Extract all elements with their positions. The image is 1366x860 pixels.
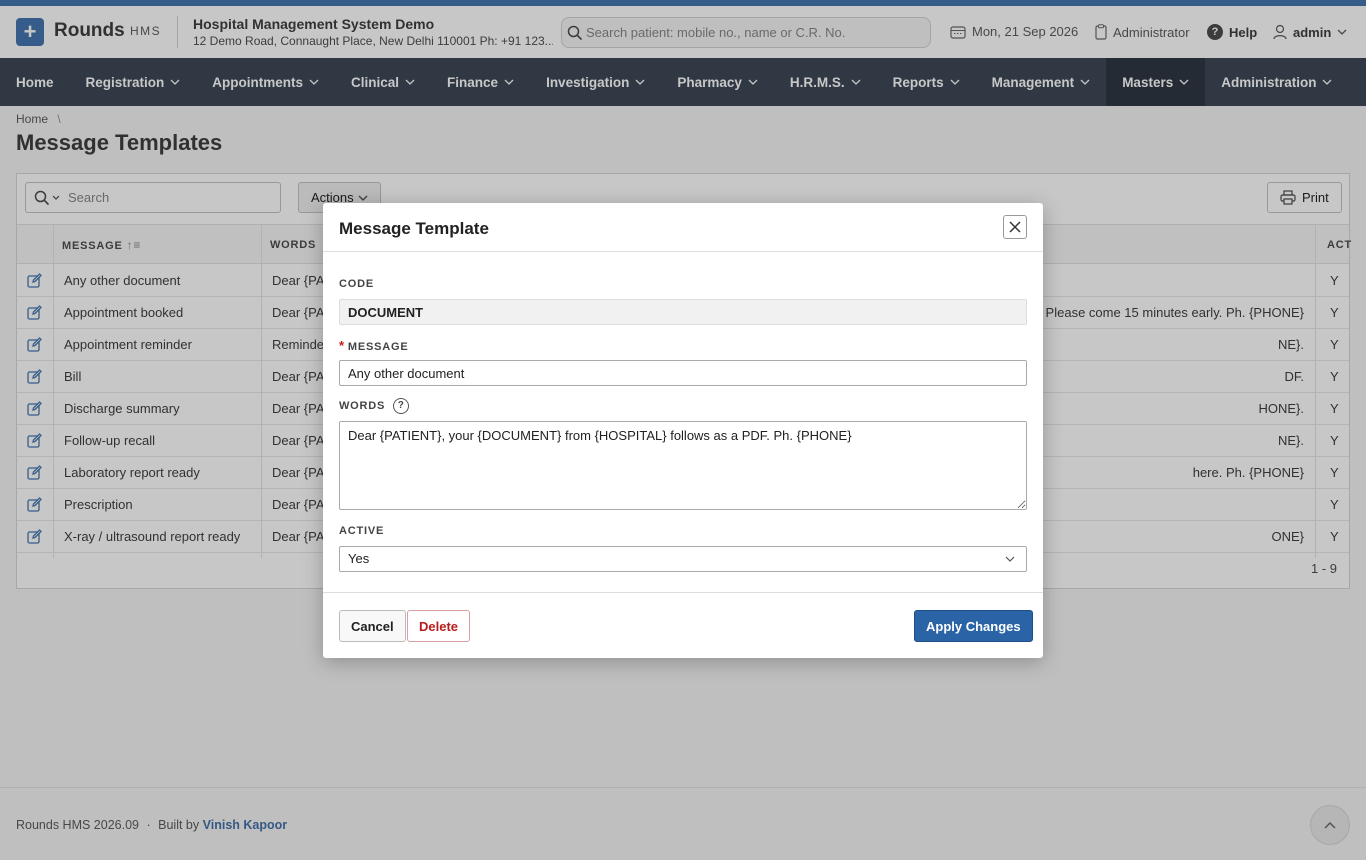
cancel-button[interactable]: Cancel: [339, 610, 406, 642]
active-select[interactable]: Yes: [339, 546, 1027, 572]
dialog-footer-divider: [323, 592, 1043, 593]
message-field[interactable]: [339, 360, 1027, 386]
dialog-title: Message Template: [339, 219, 489, 238]
chevron-down-icon: [1005, 556, 1015, 562]
active-select-value: Yes: [348, 551, 370, 566]
code-label: CODE: [339, 278, 374, 290]
words-label-wrap: WORDS?: [339, 398, 410, 414]
active-label: ACTIVE: [339, 525, 385, 537]
apply-changes-button[interactable]: Apply Changes: [914, 610, 1033, 642]
message-label: MESSAGE: [347, 341, 409, 353]
words-field[interactable]: Dear {PATIENT}, your {DOCUMENT} from {HO…: [339, 421, 1027, 510]
dialog-header-divider: [323, 251, 1043, 252]
message-label-wrap: * MESSAGE: [339, 338, 408, 353]
close-icon: [1009, 221, 1021, 233]
dialog-close-button[interactable]: [1003, 215, 1027, 239]
message-template-dialog: Message Template CODE *MESSAGE WORDS? De…: [323, 203, 1043, 658]
code-field: [339, 299, 1027, 325]
required-indicator: *: [339, 338, 345, 353]
delete-button[interactable]: Delete: [407, 610, 471, 642]
words-label: WORDS: [339, 399, 386, 412]
help-icon[interactable]: ?: [393, 398, 410, 414]
